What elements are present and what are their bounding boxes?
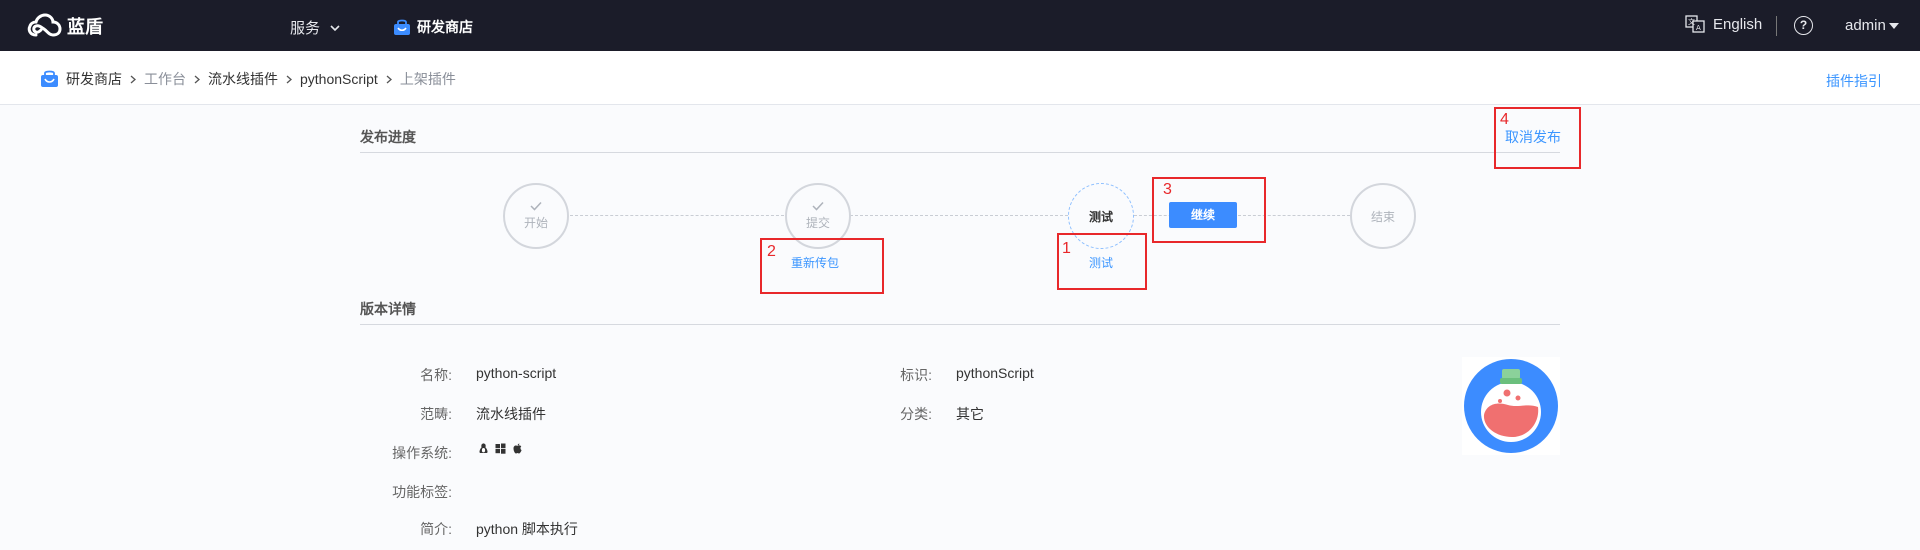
chevron-down-icon	[330, 24, 340, 31]
apple-icon	[513, 443, 522, 454]
annotation-number-2: 2	[767, 243, 776, 260]
id-label: 标识:	[900, 367, 932, 383]
service-menu[interactable]: 服务	[290, 17, 340, 38]
chevron-right-icon	[130, 75, 136, 83]
top-nav: 蓝盾 服务 研发商店 文 A English ? admin	[0, 0, 1920, 51]
chevron-right-icon	[386, 75, 392, 83]
name-label: 名称:	[420, 367, 452, 383]
breadcrumb: 研发商店 工作台 流水线插件 pythonScript 上架插件	[40, 69, 456, 89]
help-icon[interactable]: ?	[1794, 16, 1813, 35]
store-bag-icon	[394, 19, 410, 35]
user-name: admin	[1845, 17, 1886, 34]
language-label: English	[1713, 15, 1763, 33]
step-start: 开始	[503, 183, 569, 249]
store-link-label: 研发商店	[417, 19, 473, 35]
step-label: 开始	[523, 216, 548, 230]
plugin-logo	[1462, 357, 1560, 455]
svg-text:文: 文	[1688, 17, 1695, 26]
details-section-title: 版本详情	[360, 301, 416, 317]
category-label: 分类:	[900, 406, 932, 422]
step-label: 提交	[805, 216, 830, 230]
store-link[interactable]: 研发商店	[393, 17, 473, 37]
brand-logo[interactable]: 蓝盾	[27, 13, 103, 39]
progress-section-title: 发布进度	[360, 129, 416, 145]
step-connector	[850, 215, 1068, 216]
store-bag-icon	[41, 70, 58, 87]
details-divider	[360, 324, 1560, 325]
language-icon: 文 A	[1685, 15, 1705, 33]
step-label: 结束	[1370, 209, 1395, 224]
summary-value: python 脚本执行	[476, 521, 578, 537]
chevron-right-icon	[286, 75, 292, 83]
language-switch[interactable]: 文 A English	[1685, 15, 1762, 33]
summary-label: 简介:	[420, 521, 452, 537]
step-connector	[570, 215, 784, 216]
breadcrumb-item-plugin-name[interactable]: pythonScript	[300, 71, 378, 87]
chevron-right-icon	[194, 75, 200, 83]
annotation-box-2	[760, 238, 884, 294]
os-label: 操作系统:	[392, 445, 452, 461]
step-end: 结束	[1350, 183, 1416, 249]
annotation-number-1: 1	[1062, 240, 1071, 257]
annotation-number-4: 4	[1500, 111, 1509, 128]
tags-label: 功能标签:	[392, 484, 452, 500]
check-icon	[530, 201, 542, 211]
service-menu-label: 服务	[290, 20, 321, 37]
linux-icon	[479, 443, 488, 453]
name-value: python-script	[476, 365, 557, 381]
flask-icon	[1464, 359, 1558, 453]
windows-icon	[495, 443, 506, 454]
id-value: pythonScript	[956, 365, 1034, 381]
plugin-guide-link[interactable]: 插件指引	[1826, 71, 1882, 91]
os-icon-list	[478, 443, 523, 454]
step-label: 测试	[1088, 209, 1113, 224]
nav-divider	[1776, 16, 1777, 36]
annotation-number-3: 3	[1163, 181, 1172, 198]
category-value: 其它	[956, 406, 984, 422]
check-icon	[812, 201, 824, 211]
cloud-logo-icon	[27, 13, 62, 37]
caret-down-icon	[1888, 22, 1899, 29]
breadcrumb-item-store[interactable]: 研发商店	[66, 69, 122, 89]
user-menu[interactable]: admin	[1845, 17, 1899, 34]
svg-text:A: A	[1696, 24, 1701, 32]
brand-name: 蓝盾	[67, 17, 103, 37]
breadcrumb-item-current: 上架插件	[399, 71, 456, 87]
breadcrumb-item-workbench[interactable]: 工作台	[144, 69, 186, 89]
breadcrumb-item-pipeline-plugin[interactable]: 流水线插件	[208, 69, 278, 89]
progress-divider	[360, 152, 1560, 153]
scope-value: 流水线插件	[476, 406, 546, 422]
breadcrumb-bar: 研发商店 工作台 流水线插件 pythonScript 上架插件 插件指引	[0, 51, 1920, 105]
scope-label: 范畴:	[420, 406, 452, 422]
